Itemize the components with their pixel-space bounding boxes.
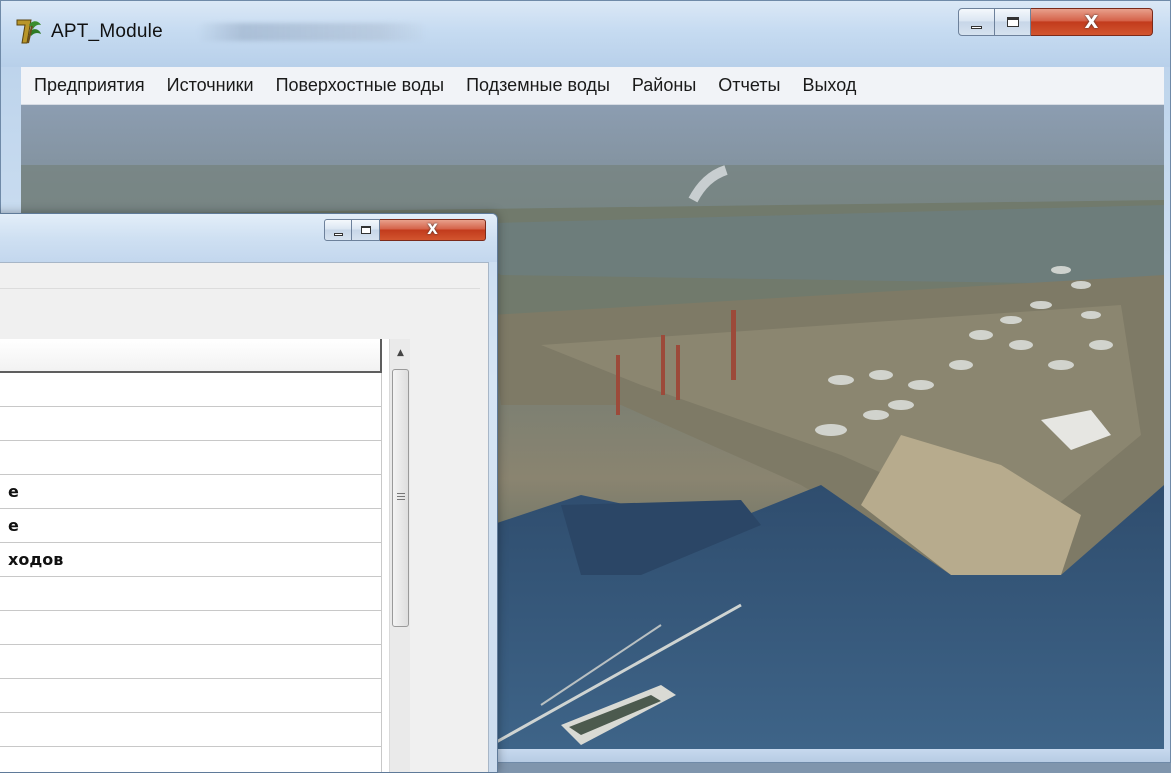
scroll-thumb[interactable] (392, 369, 409, 627)
minimize-icon (333, 232, 343, 236)
child-close-button[interactable]: X (380, 219, 486, 241)
table-row[interactable] (0, 611, 382, 645)
child-window: X е е ходов ▲ (0, 213, 498, 773)
window-title: APT_Module (51, 21, 163, 42)
table-row[interactable] (0, 407, 382, 441)
minimize-icon (971, 25, 982, 29)
grid-panel: е е ходов ▲ (0, 288, 480, 772)
menu-groundwater[interactable]: Подземные воды (466, 75, 621, 96)
close-icon: X (1084, 11, 1099, 33)
row-text: е (8, 482, 19, 501)
table-row[interactable] (0, 441, 382, 475)
grid-rows: е е ходов (0, 373, 382, 772)
child-client-area: е е ходов ▲ (0, 262, 489, 772)
menu-bar: Предприятия Источники Поверхостные воды … (21, 67, 1164, 105)
close-icon: X (427, 222, 438, 238)
maximize-button[interactable] (995, 8, 1031, 36)
child-minimize-button[interactable] (324, 219, 352, 241)
row-text: е (8, 516, 19, 535)
scroll-up-icon[interactable]: ▲ (392, 345, 409, 362)
maximize-icon (360, 226, 371, 234)
menu-districts[interactable]: Районы (632, 75, 707, 96)
app-icon (16, 19, 41, 44)
vertical-scrollbar[interactable]: ▲ (389, 339, 410, 772)
menu-surface-water[interactable]: Поверхостные воды (276, 75, 456, 96)
table-row[interactable]: е (0, 475, 382, 509)
grid-header[interactable] (0, 339, 382, 373)
table-row[interactable] (0, 577, 382, 611)
data-grid[interactable]: е е ходов ▲ (0, 339, 410, 772)
title-bar[interactable]: APT_Module X (1, 1, 1170, 67)
close-button[interactable]: X (1031, 8, 1153, 36)
grip-icon (397, 493, 405, 500)
menu-enterprises[interactable]: Предприятия (34, 75, 156, 96)
table-row[interactable]: е (0, 509, 382, 543)
menu-sources[interactable]: Источники (167, 75, 265, 96)
table-row[interactable] (0, 747, 382, 772)
table-row[interactable] (0, 373, 382, 407)
menu-reports[interactable]: Отчеты (718, 75, 791, 96)
table-row[interactable] (0, 645, 382, 679)
table-row[interactable]: ходов (0, 543, 382, 577)
maximize-icon (1006, 17, 1019, 27)
title-blur (197, 23, 427, 41)
table-row[interactable] (0, 713, 382, 747)
table-row[interactable] (0, 679, 382, 713)
menu-exit[interactable]: Выход (802, 75, 867, 96)
child-maximize-button[interactable] (352, 219, 380, 241)
minimize-button[interactable] (958, 8, 995, 36)
row-text: ходов (8, 550, 64, 569)
child-title-bar[interactable]: X (0, 214, 497, 262)
